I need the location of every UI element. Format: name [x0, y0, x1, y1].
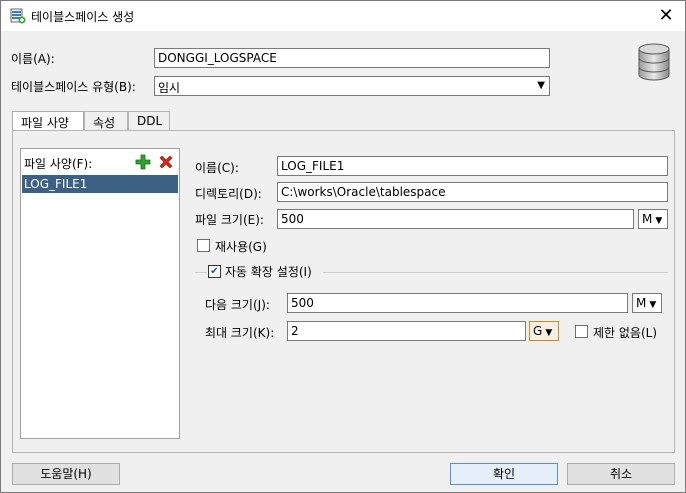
chevron-down-icon: ▼ [649, 300, 657, 310]
create-tablespace-dialog: 테이블스페이스 생성 ✕ 이름(A): DONGGI_LOGSPACE 테이블스… [0, 0, 686, 493]
file-size-label: 파일 크기(E): [195, 213, 264, 227]
file-size-input[interactable]: 500 [277, 209, 634, 229]
cancel-button[interactable]: 취소 [567, 463, 675, 485]
chevron-down-icon: ▼ [537, 80, 545, 91]
next-size-unit-value: M [636, 296, 647, 310]
chevron-down-icon: ▼ [545, 328, 553, 338]
unlimited-label: 제한 없음(L) [593, 326, 658, 340]
ok-button[interactable]: 확인 [450, 463, 558, 485]
tablespace-type-value: 임시 [158, 81, 181, 95]
next-size-unit-select[interactable]: M ▼ [632, 293, 662, 313]
help-button[interactable]: 도움말(H) [12, 463, 120, 485]
add-icon[interactable] [135, 154, 151, 170]
chevron-down-icon: ▼ [655, 216, 663, 226]
file-spec-panel: 파일 사양(F): LOG_FILE1 이름(C): LOG_FILE1 디렉토… [12, 130, 675, 453]
file-size-unit-value: M [642, 212, 653, 226]
window-title: 테이블스페이스 생성 [31, 10, 135, 24]
tablespace-app-icon [10, 8, 26, 24]
file-size-unit-select[interactable]: M ▼ [638, 209, 668, 229]
tab-properties[interactable]: 속성 [84, 111, 128, 131]
max-size-unit-select[interactable]: G ▼ [529, 321, 559, 341]
autoextend-label: 자동 확장 설정(I) [225, 265, 312, 279]
reuse-label: 재사용(G) [215, 240, 267, 254]
list-item[interactable]: LOG_FILE1 [22, 175, 178, 193]
autoextend-separator-left [195, 272, 207, 273]
max-size-unit-value: G [533, 324, 543, 338]
tab-file-spec[interactable]: 파일 사양 [12, 111, 84, 132]
reuse-checkbox[interactable] [197, 239, 210, 252]
title-bar: 테이블스페이스 생성 ✕ [1, 1, 685, 31]
directory-label: 디렉토리(D): [195, 187, 262, 201]
close-icon[interactable]: ✕ [655, 5, 677, 27]
max-size-input[interactable]: 2 [287, 321, 526, 341]
unlimited-checkbox[interactable] [575, 325, 588, 338]
autoextend-checkbox[interactable]: ✔ [208, 265, 221, 278]
next-size-input[interactable]: 500 [287, 293, 628, 313]
autoextend-separator-right [323, 272, 668, 273]
tablespace-name-input[interactable]: DONGGI_LOGSPACE [154, 48, 550, 68]
database-icon [638, 43, 670, 81]
file-name-input[interactable]: LOG_FILE1 [277, 156, 668, 176]
file-spec-list-label: 파일 사양(F): [24, 157, 93, 171]
file-spec-list: 파일 사양(F): LOG_FILE1 [20, 148, 180, 439]
file-name-label: 이름(C): [195, 161, 239, 175]
tab-ddl[interactable]: DDL [128, 111, 170, 131]
max-size-label: 최대 크기(K): [205, 326, 275, 340]
tablespace-type-select[interactable]: 임시 ▼ [154, 76, 550, 96]
tablespace-type-label: 테이블스페이스 유형(B): [11, 80, 136, 94]
directory-input[interactable]: C:\works\Oracle\tablespace [277, 182, 668, 202]
delete-icon[interactable] [158, 154, 174, 170]
tablespace-name-label: 이름(A): [11, 52, 55, 66]
next-size-label: 다음 크기(J): [205, 298, 270, 312]
